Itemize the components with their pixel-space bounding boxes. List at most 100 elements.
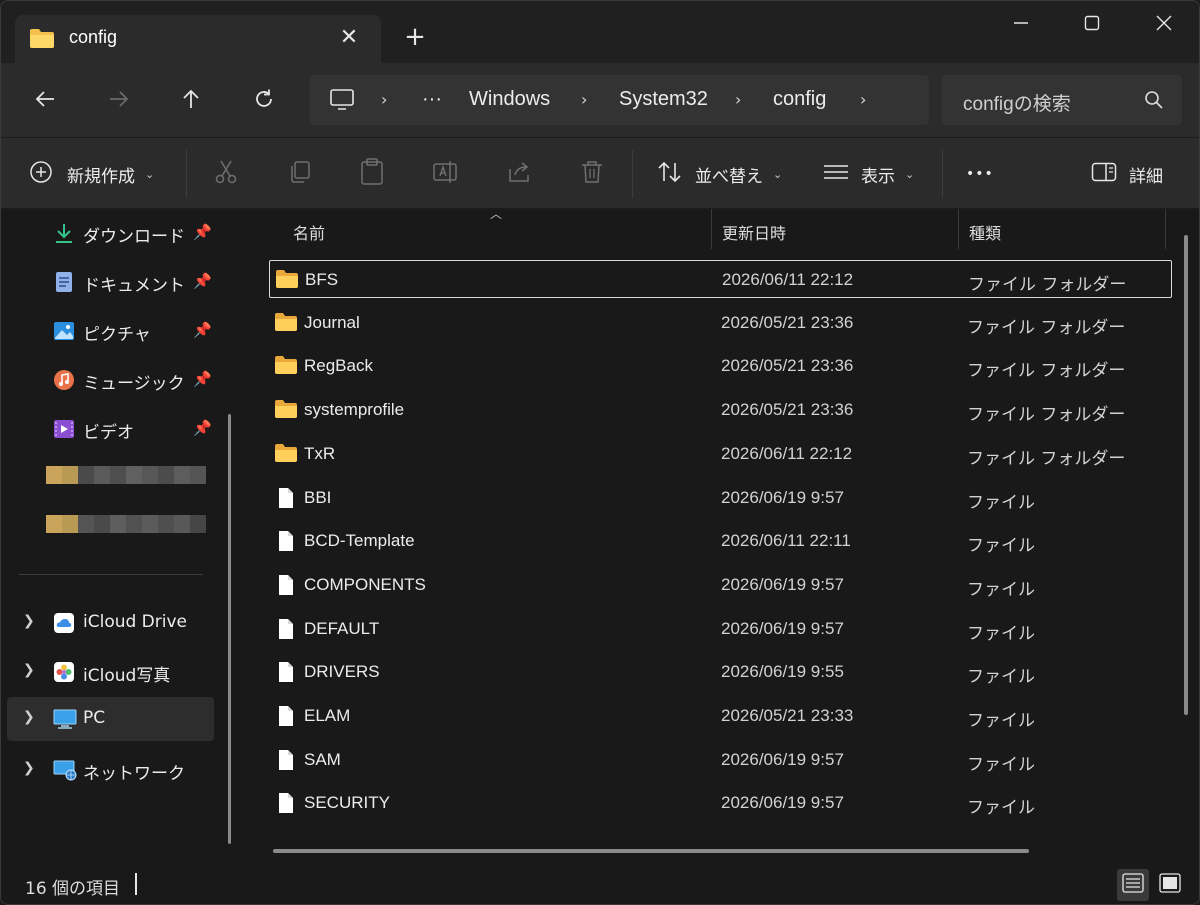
divider <box>186 150 187 198</box>
pictures-icon <box>53 320 75 342</box>
file-row[interactable]: systemprofile 2026/05/21 23:36 ファイル フォルダー <box>269 391 1172 429</box>
rename-button[interactable] <box>432 158 460 190</box>
breadcrumb-windows[interactable]: Windows <box>469 88 550 111</box>
breadcrumb-overflow[interactable]: ··· <box>422 88 442 111</box>
back-button[interactable] <box>25 81 65 121</box>
file-row[interactable]: COMPONENTS 2026/06/19 9:57 ファイル <box>269 566 1172 604</box>
file-row[interactable]: ELAM 2026/05/21 23:33 ファイル <box>269 697 1172 735</box>
file-row[interactable]: Journal 2026/05/21 23:36 ファイル フォルダー <box>269 304 1172 342</box>
pin-icon: 📌 <box>193 272 212 290</box>
minimize-button[interactable] <box>991 5 1051 45</box>
breadcrumb-separator: › <box>735 90 742 109</box>
file-date: 2026/06/11 22:12 <box>722 270 854 289</box>
file-row[interactable]: BBI 2026/06/19 9:57 ファイル <box>269 479 1172 517</box>
file-type: ファイル <box>967 754 1035 775</box>
column-divider[interactable] <box>1165 209 1166 249</box>
chevron-down-icon: ⌄ <box>145 167 155 181</box>
file-date: 2026/06/19 9:57 <box>721 574 844 594</box>
pc-icon <box>53 708 77 730</box>
tab-close-icon[interactable]: ✕ <box>337 26 361 50</box>
breadcrumb-config[interactable]: config <box>773 88 826 111</box>
rename-icon <box>432 159 460 190</box>
sidebar-item-pc[interactable]: ❯ PC <box>7 697 214 741</box>
trash-icon <box>579 159 605 190</box>
sidebar-item-music[interactable]: ミュージック 📌 <box>7 358 214 402</box>
column-divider[interactable] <box>958 209 959 249</box>
file-row[interactable]: BCD-Template 2026/06/11 22:11 ファイル <box>269 522 1172 560</box>
file-row[interactable]: SAM 2026/06/19 9:57 ファイル <box>269 741 1172 779</box>
chevron-right-icon[interactable]: ❯ <box>23 662 35 678</box>
maximize-icon <box>1084 15 1100 35</box>
address-bar[interactable]: › ··· Windows › System32 › config › <box>309 75 929 125</box>
cut-button[interactable] <box>213 158 239 190</box>
file-name: systemprofile <box>304 400 405 420</box>
delete-button[interactable] <box>579 158 605 190</box>
divider <box>942 150 943 198</box>
file-icon <box>274 574 298 596</box>
details-pane-button[interactable]: 詳細 <box>1091 158 1163 190</box>
forward-button[interactable] <box>99 81 139 121</box>
new-button[interactable]: 新規作成 ⌄ <box>29 158 154 190</box>
more-options-button[interactable]: ••• <box>966 158 994 190</box>
file-row[interactable]: DEFAULT 2026/06/19 9:57 ファイル <box>269 610 1172 648</box>
column-divider[interactable] <box>711 209 712 249</box>
pin-icon: 📌 <box>193 370 212 388</box>
sidebar-scrollbar[interactable] <box>228 414 231 844</box>
column-header-type[interactable]: 種類 <box>969 220 1001 244</box>
search-box[interactable]: configの検索 <box>941 75 1182 125</box>
file-row[interactable]: TxR 2026/06/11 22:12 ファイル フォルダー <box>269 435 1172 473</box>
sidebar-item-downloads[interactable]: ダウンロード 📌 <box>7 211 214 255</box>
sidebar-item-icloud-drive[interactable]: ❯ iCloud Drive <box>7 601 214 645</box>
details-label: 詳細 <box>1129 166 1163 187</box>
file-row[interactable]: SECURITY 2026/06/19 9:57 ファイル <box>269 784 1172 822</box>
sidebar-item-label: ダウンロード <box>83 227 185 247</box>
new-tab-button[interactable]: + <box>401 23 429 51</box>
chevron-right-icon[interactable]: ❯ <box>23 760 35 776</box>
column-header-name[interactable]: 名前 <box>293 220 325 244</box>
folder-icon <box>29 27 55 53</box>
refresh-button[interactable] <box>244 81 284 121</box>
redacted-sidebar-item[interactable] <box>46 515 206 535</box>
music-icon <box>53 369 75 391</box>
breadcrumb-system32[interactable]: System32 <box>619 88 708 111</box>
sidebar-item-network[interactable]: ❯ ネットワーク <box>7 748 214 792</box>
sidebar-item-icloud-photos[interactable]: ❯ iCloud写真 <box>7 650 214 694</box>
file-row[interactable]: BFS 2026/06/11 22:12 ファイル フォルダー <box>269 260 1172 298</box>
horizontal-scrollbar[interactable] <box>273 849 1029 853</box>
paste-button[interactable] <box>359 157 385 190</box>
file-name: BCD-Template <box>304 531 415 551</box>
column-header-date[interactable]: 更新日時 <box>722 220 786 244</box>
scissors-icon <box>213 159 239 190</box>
view-button[interactable]: 表示 ⌄ <box>823 158 914 190</box>
file-type: ファイル フォルダー <box>967 317 1126 338</box>
sidebar-item-videos[interactable]: ビデオ 📌 <box>7 407 214 451</box>
sidebar-item-pictures[interactable]: ピクチャ 📌 <box>7 309 214 353</box>
file-row[interactable]: RegBack 2026/05/21 23:36 ファイル フォルダー <box>269 347 1172 385</box>
tab-title: config <box>69 27 118 47</box>
redacted-sidebar-item[interactable] <box>46 466 206 486</box>
search-icon <box>1144 90 1164 114</box>
chevron-right-icon[interactable]: ❯ <box>23 613 35 629</box>
share-button[interactable] <box>506 158 532 190</box>
icloud-drive-icon <box>53 612 75 634</box>
status-bar: 16 個の項目 <box>1 863 1199 904</box>
sidebar-item-label: ミュージック <box>83 374 185 394</box>
file-row[interactable]: DRIVERS 2026/06/19 9:55 ファイル <box>269 653 1172 691</box>
details-view-button[interactable] <box>1117 869 1149 901</box>
vertical-scrollbar[interactable] <box>1184 235 1188 715</box>
sort-button[interactable]: 並べ替え ⌄ <box>657 158 782 190</box>
copy-button[interactable] <box>287 158 313 190</box>
breadcrumb-separator: › <box>581 90 588 109</box>
tab-config[interactable]: config ✕ <box>15 15 381 63</box>
breadcrumb-expand[interactable]: › <box>860 90 866 109</box>
file-type: ファイル <box>967 492 1035 513</box>
chevron-right-icon[interactable]: ❯ <box>23 709 35 725</box>
up-button[interactable] <box>171 81 211 121</box>
large-icons-view-icon <box>1159 873 1181 897</box>
this-pc-icon <box>329 88 355 116</box>
maximize-button[interactable] <box>1062 5 1122 45</box>
sidebar-item-documents[interactable]: ドキュメント 📌 <box>7 260 214 304</box>
large-icons-view-button[interactable] <box>1154 869 1186 901</box>
close-button[interactable] <box>1134 5 1194 45</box>
close-icon <box>1156 15 1172 35</box>
